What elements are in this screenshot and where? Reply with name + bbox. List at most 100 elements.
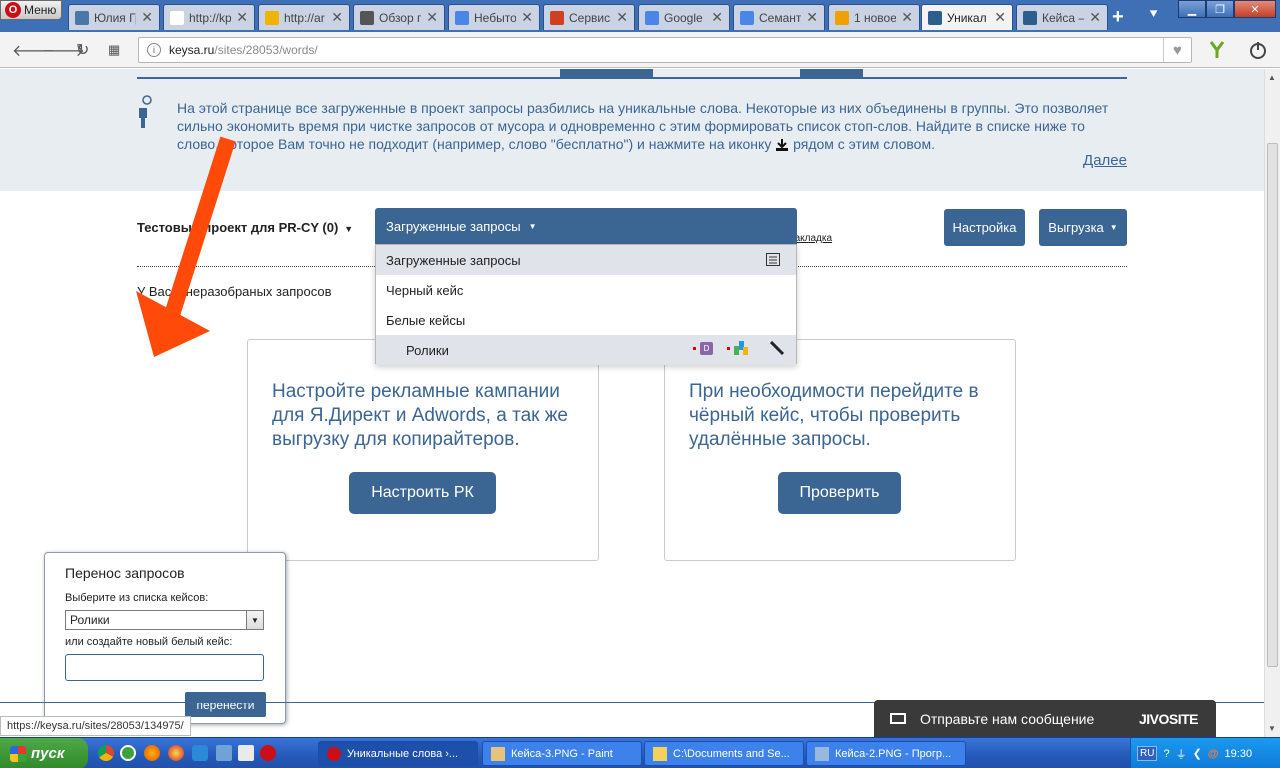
taskbar-item-paint[interactable]: Кейса-3.PNG - Paint: [482, 741, 642, 766]
image-viewer-icon: [815, 746, 829, 761]
browser-tab-strip: O Меню Юлия Гр✕http://kp✕http://ar✕Обзор…: [0, 0, 1280, 32]
export-button[interactable]: Выгрузка ▼: [1039, 209, 1127, 246]
desktop-icon[interactable]: [216, 745, 232, 761]
close-tab-icon[interactable]: ✕: [141, 9, 153, 26]
firefox-icon[interactable]: [144, 745, 160, 761]
taskbar-item-explorer[interactable]: C:\Documents and Se...: [644, 741, 804, 766]
doc-icon: [645, 10, 659, 25]
info-text: На этой странице все загруженные в проек…: [177, 99, 1127, 153]
dialog-title: Перенос запросов: [65, 565, 185, 581]
browser-tab[interactable]: Кейса – ✕: [1016, 4, 1108, 30]
card-text: При необходимости перейдите в чёрный кей…: [689, 381, 979, 450]
taskbar-item-opera[interactable]: Уникальные слова ›...: [318, 741, 478, 766]
envelope-icon: [890, 713, 906, 724]
list-icon[interactable]: [766, 253, 780, 266]
browser-tab[interactable]: Небытов ✕: [448, 4, 540, 30]
warning-icon: [265, 10, 279, 25]
internet-explorer-icon[interactable]: [192, 745, 208, 761]
network-icon[interactable]: ⏚: [1176, 746, 1187, 762]
close-tab-icon[interactable]: ✕: [521, 9, 533, 26]
scrollbar-thumb[interactable]: [1267, 143, 1278, 667]
browser-tab[interactable]: Google Д ✕: [638, 4, 730, 30]
help-icon[interactable]: ?: [1163, 748, 1169, 760]
close-tab-icon[interactable]: ✕: [331, 9, 343, 26]
address-field[interactable]: i keysa.ru/sites/28053/words/ ♥: [138, 37, 1192, 63]
new-tab-plus-icon[interactable]: +: [1112, 6, 1124, 29]
case-select-value: Ролики: [70, 613, 110, 627]
close-tab-icon[interactable]: ✕: [994, 9, 1006, 26]
mail-at-icon[interactable]: @: [1208, 748, 1219, 760]
browser-tab[interactable]: Уникал ✕: [921, 4, 1013, 30]
google-adwords-icon[interactable]: [734, 341, 748, 355]
tab-menu-chevron-icon[interactable]: ⯆: [1148, 6, 1159, 23]
menu-label: Меню: [24, 3, 57, 17]
transfer-queries-dialog: Перенос запросов Выберите из списка кейс…: [44, 552, 286, 724]
browser-tab[interactable]: Семант ✕: [733, 4, 825, 30]
start-button[interactable]: пуск: [0, 738, 88, 768]
case-select[interactable]: Ролики ▼: [65, 610, 264, 630]
check-button[interactable]: Проверить: [778, 472, 901, 514]
language-indicator[interactable]: RU: [1137, 746, 1158, 761]
task-label: Кейса-3.PNG - Paint: [511, 747, 613, 760]
close-window-icon[interactable]: ✕: [1234, 0, 1276, 18]
chat-widget[interactable]: Отправьте нам сообщение JIVOSITE: [874, 700, 1216, 737]
dropdown-item-label: Черный кейс: [386, 282, 464, 298]
browser-tab[interactable]: Юлия Гр ✕: [68, 4, 160, 30]
green-app-icon[interactable]: [120, 745, 136, 761]
close-tab-icon[interactable]: ✕: [901, 9, 913, 26]
transfer-button[interactable]: перенести: [185, 692, 266, 717]
browser-icon[interactable]: [168, 745, 184, 761]
scroll-up-icon[interactable]: ▲: [1268, 73, 1276, 82]
dropdown-item-videos[interactable]: Ролики D: [376, 335, 796, 365]
reload-icon[interactable]: ↻: [76, 40, 89, 60]
speed-dial-grid-icon[interactable]: ▦: [108, 42, 120, 58]
url-path: /sites/28053/words/: [214, 43, 318, 57]
tab-label: Небытов: [474, 10, 517, 25]
export-button-label: Выгрузка: [1048, 220, 1104, 235]
close-tab-icon[interactable]: ✕: [236, 9, 248, 26]
close-tab-icon[interactable]: ✕: [711, 9, 723, 26]
red-dot: [727, 346, 730, 350]
close-tab-icon[interactable]: ✕: [806, 9, 818, 26]
setup-ads-button[interactable]: Настроить РК: [349, 472, 496, 514]
windows-logo-icon: [10, 745, 26, 762]
chevron-down-icon[interactable]: ▼: [246, 611, 263, 629]
page-scrollbar[interactable]: ▲ ▼: [1264, 69, 1280, 737]
new-case-input[interactable]: [65, 654, 264, 681]
chrome-icon[interactable]: [98, 745, 114, 761]
settings-button[interactable]: Настройка: [944, 209, 1025, 246]
close-tab-icon[interactable]: ✕: [426, 9, 438, 26]
annotation-arrow-icon: [136, 136, 236, 357]
close-tab-icon[interactable]: ✕: [1089, 9, 1101, 26]
browser-tab[interactable]: Сервисы ✕: [543, 4, 635, 30]
chevron-left-icon[interactable]: ❮: [1193, 747, 1202, 760]
app-icon[interactable]: [238, 745, 254, 761]
dropdown-item-white-cases[interactable]: Белые кейсы: [376, 305, 796, 335]
browser-tab[interactable]: http://kp ✕: [163, 4, 255, 30]
chevron-down-icon: ▼: [528, 221, 537, 231]
dropdown-item-black-case[interactable]: Черный кейс: [376, 275, 796, 305]
yandex-direct-icon[interactable]: D: [700, 341, 713, 355]
maximize-icon[interactable]: ❐: [1206, 0, 1234, 18]
opera-icon: [327, 746, 341, 761]
edit-pencil-icon[interactable]: [770, 341, 784, 355]
bookmark-heart-icon[interactable]: ♥: [1163, 38, 1191, 62]
opera-icon[interactable]: [260, 745, 276, 761]
power-icon[interactable]: [1248, 40, 1268, 60]
scroll-down-icon[interactable]: ▼: [1268, 724, 1276, 733]
close-tab-icon[interactable]: ✕: [616, 9, 628, 26]
active-nav-marker: [560, 69, 653, 77]
browser-tab[interactable]: Обзор г ✕: [353, 4, 445, 30]
browser-tab[interactable]: http://ar ✕: [258, 4, 350, 30]
browser-tab[interactable]: 1 новое ✕: [828, 4, 920, 30]
site-info-icon[interactable]: i: [147, 43, 161, 57]
extension-y-icon[interactable]: [1208, 40, 1226, 60]
dropdown-item-loaded[interactable]: Загруженные запросы: [376, 245, 796, 275]
task-label: C:\Documents and Se...: [673, 747, 790, 760]
transfer-button-label: перенести: [196, 697, 255, 712]
case-dropdown-toggle[interactable]: Загруженные запросы ▼: [375, 208, 797, 244]
opera-menu-button[interactable]: O Меню: [0, 0, 62, 20]
taskbar-item-viewer[interactable]: Кейса-2.PNG - Прогр...: [806, 741, 966, 766]
minimize-icon[interactable]: ▁: [1178, 0, 1206, 18]
next-link[interactable]: Далее: [1083, 152, 1127, 169]
